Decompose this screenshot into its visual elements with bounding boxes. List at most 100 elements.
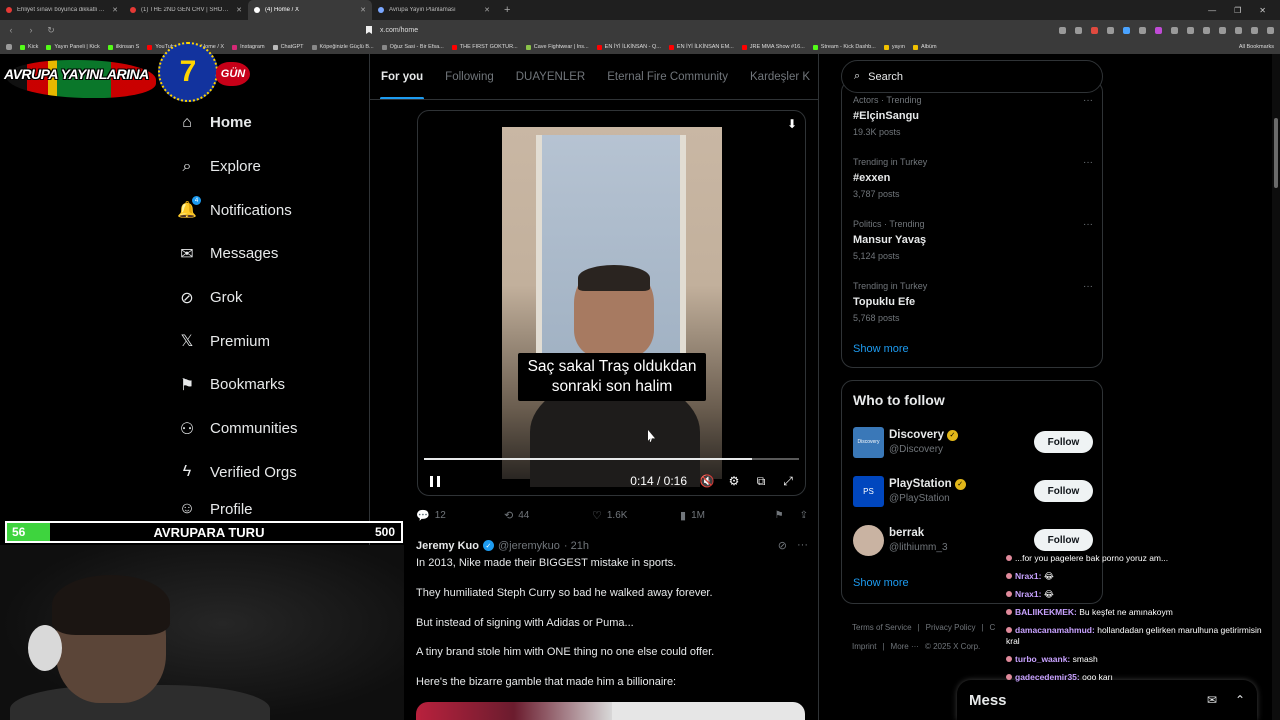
nav-item-notifications[interactable]: 🔔 4 Notifications <box>160 188 368 232</box>
bookmark-item[interactable]: Albüm <box>912 44 937 50</box>
reply-button[interactable]: 💬 12 <box>416 509 504 522</box>
footer-link[interactable]: Privacy Policy <box>926 623 976 632</box>
forward-icon[interactable]: › <box>26 25 36 35</box>
expand-icon[interactable]: ⌃ <box>1235 693 1245 707</box>
trends-show-more[interactable]: Show more <box>853 343 909 355</box>
extension-icon[interactable] <box>1091 26 1098 34</box>
search-input[interactable]: ⌕ Search <box>841 60 1103 93</box>
extension-icon[interactable] <box>1107 26 1114 34</box>
extension-icon[interactable] <box>1187 26 1194 34</box>
picture-in-picture-icon[interactable]: ⧉ <box>754 474 768 488</box>
who-to-follow-show-more[interactable]: Show more <box>853 577 909 589</box>
bookmark-post-icon[interactable]: ⚑ <box>775 510 784 521</box>
bookmark-item[interactable]: EN İYİ İLKİNSAN EM... <box>668 44 734 50</box>
trend-item[interactable]: Trending in Turkey Topuklu Efe 5,768 posts… <box>853 281 1093 323</box>
menu-icon[interactable] <box>1267 26 1274 34</box>
tweet-media-preview[interactable] <box>416 702 805 720</box>
browser-tab[interactable]: (4) Home / X ✕ <box>248 0 372 20</box>
extension-icon[interactable] <box>1059 26 1066 34</box>
nav-item-communities[interactable]: ⚇ Communities <box>160 407 368 451</box>
browser-tab[interactable]: Ehliyet sınavı boyunca dikkatli ve ku ✕ <box>0 0 124 20</box>
bookmark-item[interactable]: ChatGPT <box>272 44 304 50</box>
footer-link[interactable]: C <box>990 623 996 632</box>
pause-icon[interactable] <box>430 475 440 487</box>
mute-icon[interactable]: 🔇 <box>700 474 715 488</box>
follow-button[interactable]: Follow <box>1034 480 1093 502</box>
feed-tab[interactable]: Kardeşler K <box>739 54 818 99</box>
grok-icon[interactable]: ⊘ <box>778 539 787 552</box>
extension-icon[interactable] <box>1219 26 1226 34</box>
tab-close-icon[interactable]: ✕ <box>236 6 242 14</box>
extension-icon[interactable] <box>1155 26 1162 34</box>
footer-link[interactable]: Imprint <box>852 642 876 651</box>
bookmark-item[interactable]: THE FIRST GOKTUR... <box>451 44 518 50</box>
close-window-icon[interactable]: ✕ <box>1259 6 1266 15</box>
bookmark-item[interactable]: Köpeğinizle Güçlü B... <box>311 44 374 50</box>
follow-suggestion[interactable]: PS PlayStation ✓ @PlayStation Follow <box>853 474 1093 508</box>
extension-icon[interactable] <box>1139 26 1146 34</box>
extension-icon[interactable] <box>1123 26 1130 34</box>
back-icon[interactable]: ‹ <box>6 25 16 35</box>
feed-tab[interactable]: DUAYENLER <box>505 54 596 99</box>
trend-item[interactable]: Politics · Trending Mansur Yavaş 5,124 pos… <box>853 219 1093 261</box>
account-name[interactable]: Discovery ✓ <box>889 429 958 441</box>
nav-item-premium[interactable]: 𝕏 Premium <box>160 319 368 363</box>
nav-item-profile[interactable]: ☺ Profile <box>160 494 368 524</box>
bookmark-item[interactable]: Oğuz Sasi - Bir Efsa... <box>381 44 444 50</box>
feed-tab[interactable]: Eternal Fire Community <box>596 54 739 99</box>
video-progress[interactable] <box>424 458 799 460</box>
follow-button[interactable]: Follow <box>1034 529 1093 551</box>
new-tab-button[interactable]: + <box>504 4 510 16</box>
bookmark-item[interactable]: EN İYİ İLKİNSAN - Q... <box>596 44 661 50</box>
footer-link[interactable]: © 2025 X Corp. <box>925 642 980 651</box>
browser-tab[interactable]: (1) THE 2ND GEN CRV | SHOULD YO ✕ <box>124 0 248 20</box>
post-time[interactable]: · 21h <box>564 540 589 552</box>
nav-item-messages[interactable]: ✉ Messages <box>160 232 368 276</box>
account-name[interactable]: berrak <box>889 527 948 539</box>
url-field[interactable]: x.com/home <box>366 26 418 34</box>
follow-button[interactable]: Follow <box>1034 431 1093 453</box>
bookmark-icon[interactable] <box>366 26 372 34</box>
new-message-icon[interactable]: ✉ <box>1207 693 1217 707</box>
more-options-icon[interactable]: ··· <box>1083 95 1093 106</box>
more-options-icon[interactable]: ··· <box>1083 157 1093 168</box>
extension-icon[interactable] <box>1235 26 1242 34</box>
scrollbar-thumb[interactable] <box>1274 118 1278 188</box>
all-bookmarks[interactable]: All Bookmarks <box>1239 44 1274 50</box>
tweet[interactable]: Jeremy Kuo ✓ @jeremykuo · 21h ⊘ ··· In 2… <box>416 539 808 689</box>
minimize-icon[interactable]: — <box>1208 6 1216 15</box>
nav-item-grok[interactable]: ⊘ Grok <box>160 276 368 320</box>
views-button[interactable]: ▮ 1M <box>680 509 768 522</box>
tab-close-icon[interactable]: ✕ <box>360 6 366 14</box>
trend-item[interactable]: Actors · Trending #ElçinSangu 19.3K posts ·… <box>853 95 1093 137</box>
extension-icon[interactable] <box>1171 26 1178 34</box>
bookmark-item[interactable]: JRE MMA Show #16... <box>741 44 805 50</box>
extension-icon[interactable] <box>1251 26 1258 34</box>
tab-close-icon[interactable]: ✕ <box>112 6 118 14</box>
restore-icon[interactable]: ❐ <box>1234 6 1241 15</box>
page-scrollbar[interactable] <box>1272 54 1280 720</box>
bookmark-item[interactable]: Cave Fightwear | Ins... <box>525 44 589 50</box>
more-options-icon[interactable]: ··· <box>797 539 808 552</box>
avatar[interactable] <box>853 524 884 556</box>
avatar[interactable]: PS <box>853 475 884 507</box>
author-name[interactable]: Jeremy Kuo <box>416 540 479 552</box>
more-options-icon[interactable]: ··· <box>1083 281 1093 292</box>
follow-suggestion[interactable]: berrak @lithiumm_3 Follow <box>853 523 1093 557</box>
bookmark-item[interactable]: Stream - Kick Dashb... <box>812 44 876 50</box>
repost-button[interactable]: ⟲ 44 <box>504 509 592 522</box>
browser-tab[interactable]: Avrupa Yayın Planlaması ✕ <box>372 0 496 20</box>
video-player[interactable]: Saç sakal Traş oldukdan sonraki son hali… <box>417 110 806 496</box>
feed-tab[interactable]: Following <box>434 54 505 99</box>
tab-close-icon[interactable]: ✕ <box>484 6 490 14</box>
nav-item-home[interactable]: ⌂ Home <box>160 101 368 145</box>
footer-link[interactable]: More ··· <box>891 642 919 651</box>
avatar[interactable]: Discovery <box>853 426 884 458</box>
extension-icon[interactable] <box>1075 26 1082 34</box>
extension-icon[interactable] <box>1203 26 1210 34</box>
settings-icon[interactable]: ⚙ <box>727 474 741 488</box>
author-handle[interactable]: @jeremykuo <box>498 540 560 552</box>
more-options-icon[interactable]: ··· <box>1083 219 1093 230</box>
fullscreen-icon[interactable]: ⤢ <box>781 474 795 488</box>
download-icon[interactable]: ⬇ <box>787 117 797 131</box>
